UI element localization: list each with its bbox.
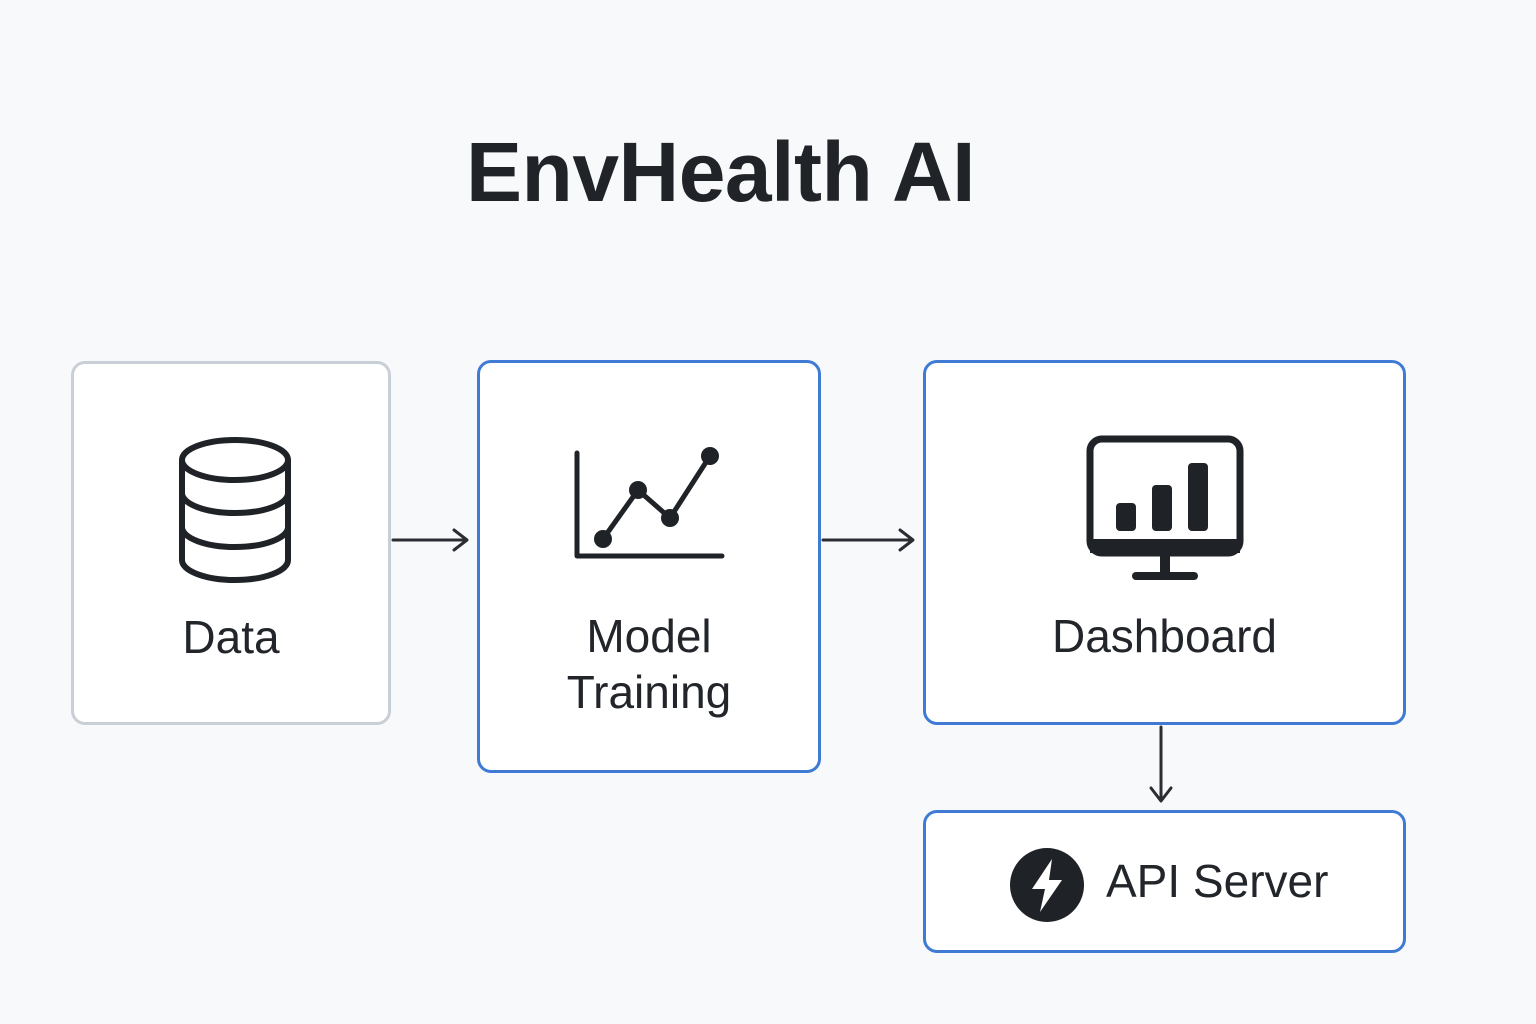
node-api-label: API Server <box>1106 855 1329 907</box>
line-chart-icon <box>574 447 725 559</box>
node-dashboard-label: Dashboard <box>1051 610 1278 662</box>
node-dashboard[interactable]: Dashboard <box>923 360 1406 725</box>
node-api-server[interactable]: API Server <box>923 810 1406 953</box>
arrow-dashboard-to-api <box>1149 725 1173 803</box>
node-data-label: Data <box>182 611 280 663</box>
node-model-training[interactable]: Model Training <box>477 360 821 773</box>
lightning-bolt-icon <box>1010 848 1084 922</box>
database-icon <box>179 437 291 583</box>
arrow-model-to-dashboard <box>821 528 915 552</box>
arrow-data-to-model <box>391 528 469 552</box>
node-data[interactable]: Data <box>71 361 391 725</box>
monitor-bar-chart-icon <box>1086 435 1244 580</box>
node-model-label: Model Training <box>566 610 732 718</box>
